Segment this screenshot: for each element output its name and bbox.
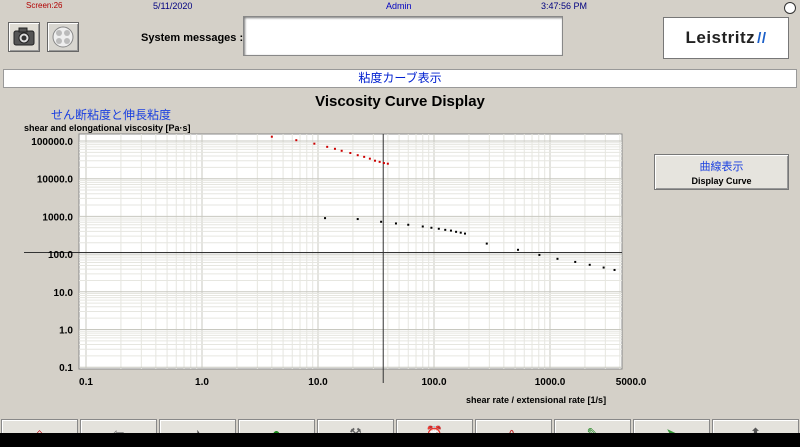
- shear-point: [556, 257, 559, 260]
- viscosity-chart: 0.1 1.0 10.0 100.0 1000.0 5000.0 100000.0 10000…: [24, 133, 647, 388]
- shear-point: [574, 260, 577, 263]
- shear-point: [444, 228, 447, 231]
- y-tick-label: 10000.0: [37, 175, 74, 186]
- x-tick-label: 0.1: [79, 377, 93, 388]
- plot-area: [78, 133, 623, 370]
- shear-point: [380, 220, 383, 223]
- shear-point: [463, 232, 466, 235]
- shear-point: [455, 230, 458, 233]
- elongational-point: [340, 149, 343, 152]
- shear-point: [517, 248, 520, 251]
- y-tick-label: 1.0: [59, 326, 73, 337]
- shear-point: [437, 227, 440, 230]
- elongational-point: [295, 139, 298, 142]
- elongational-point: [386, 162, 389, 165]
- elongational-point: [368, 157, 371, 160]
- x-tick-label: 100.0: [421, 377, 446, 388]
- x-tick-label: 10.0: [308, 377, 328, 388]
- display-curve-button[interactable]: 曲線表示 Display Curve: [654, 154, 789, 190]
- elongational-point: [326, 145, 329, 148]
- elongational-point: [349, 152, 352, 155]
- shear-point: [459, 231, 462, 234]
- elongational-point: [373, 159, 376, 162]
- shear-point: [602, 266, 605, 269]
- elongational-point: [378, 160, 381, 163]
- y-tick-label: 100.0: [48, 250, 73, 261]
- shear-point: [485, 242, 488, 245]
- x-tick-label: 1.0: [195, 377, 209, 388]
- shear-point: [613, 268, 616, 271]
- elongational-point: [382, 162, 385, 165]
- shear-point: [407, 223, 410, 226]
- shear-point: [324, 217, 327, 220]
- shear-point: [430, 226, 433, 229]
- elongational-point: [313, 142, 316, 145]
- shear-point: [421, 225, 424, 228]
- shear-point: [449, 229, 452, 232]
- elongational-point: [270, 135, 273, 138]
- elongational-point: [333, 147, 336, 150]
- shear-point: [394, 222, 397, 225]
- shear-point: [588, 263, 591, 266]
- y-tick-label: 1000.0: [42, 212, 73, 223]
- x-tick-label: 1000.0: [535, 377, 566, 388]
- elongational-point: [356, 154, 359, 157]
- y-tick-label: 100000.0: [31, 137, 73, 148]
- y-tick-label: 0.1: [59, 363, 73, 374]
- shear-point: [538, 253, 541, 256]
- screen-bottom-edge: [0, 433, 800, 447]
- display-curve-label: Display Curve: [691, 176, 752, 186]
- shear-point: [356, 218, 359, 221]
- x-tick-label: 5000.0: [616, 377, 647, 388]
- display-curve-label-jp: 曲線表示: [699, 161, 744, 173]
- elongational-point: [363, 155, 366, 158]
- y-tick-label: 10.0: [54, 288, 74, 299]
